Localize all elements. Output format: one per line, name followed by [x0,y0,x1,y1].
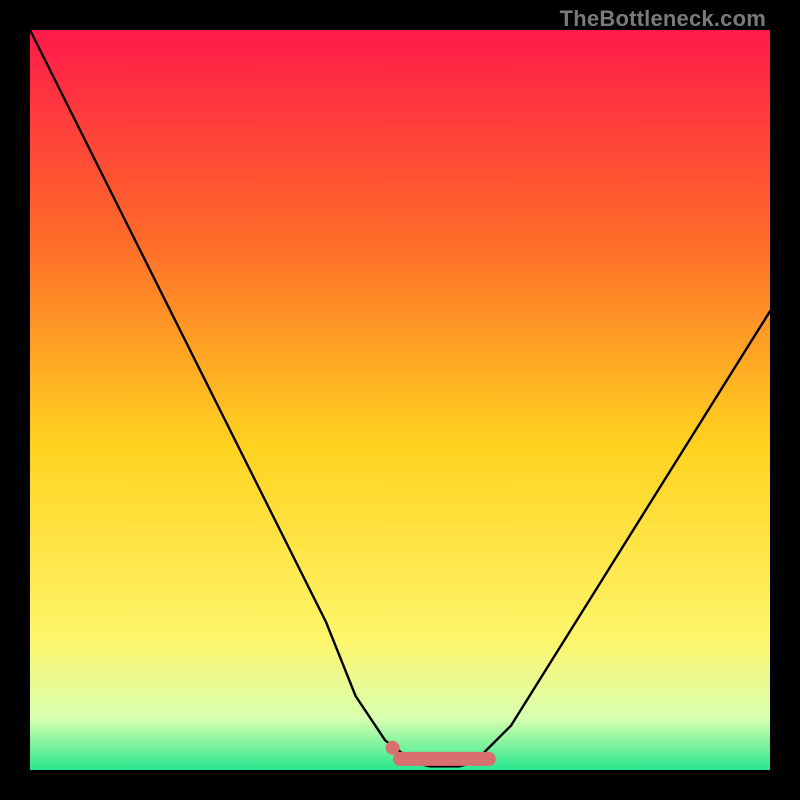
marker-dot [386,741,400,755]
chart-frame: TheBottleneck.com [0,0,800,800]
plot-area [30,30,770,770]
bottleneck-curve [30,30,770,766]
watermark-text: TheBottleneck.com [560,6,766,32]
curve-layer [30,30,770,770]
